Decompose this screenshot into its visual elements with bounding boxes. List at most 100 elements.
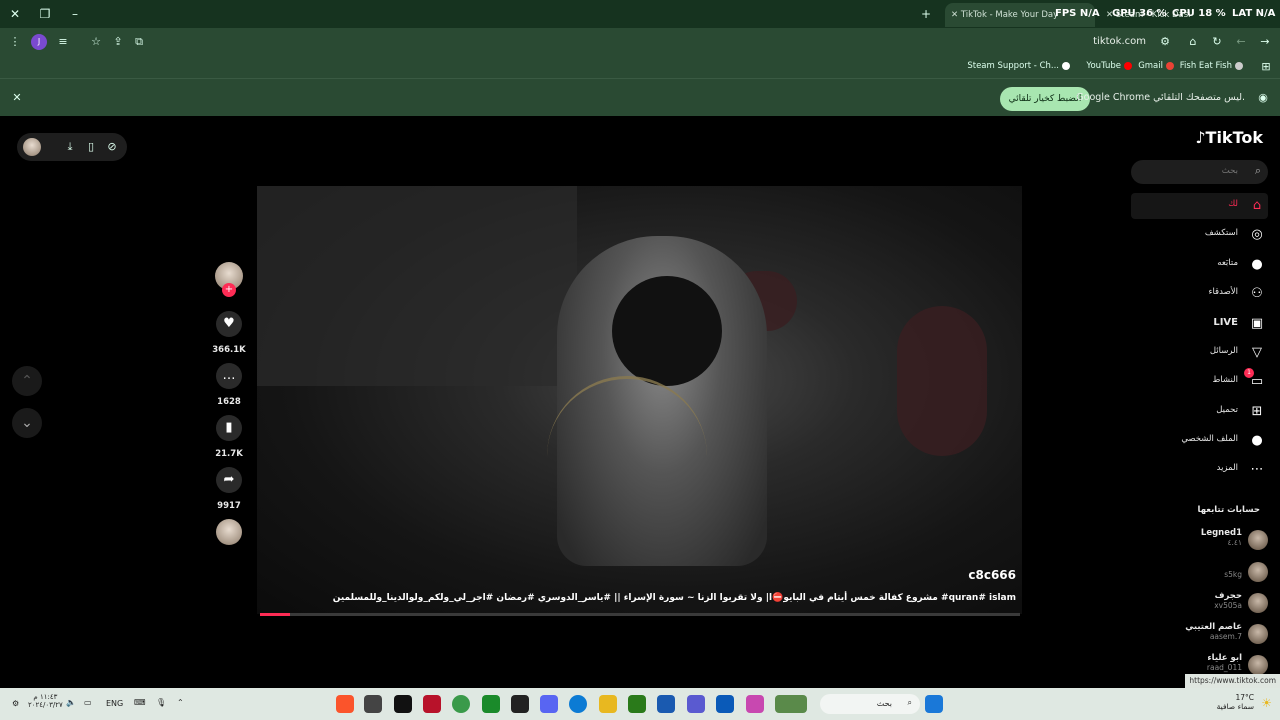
edge-icon[interactable] [569,695,587,713]
tiktok-app-icon[interactable] [394,695,412,713]
video-player[interactable] [257,186,1022,614]
account-avatar [1248,655,1268,675]
save-button[interactable]: ▮ [216,415,242,441]
following-account[interactable]: حجرف xv505a [1148,591,1268,615]
brave-icon[interactable] [336,695,354,713]
sidebar-item-8[interactable]: الملف الشخصي ● [1156,432,1266,450]
epic-icon[interactable] [511,695,529,713]
sidebar-item-5[interactable]: الرسائل ▽ [1156,344,1266,362]
new-tab-icon[interactable]: + [916,5,936,23]
bookmark-steam-support[interactable]: Steam Support - Ch... [967,61,1070,71]
reading-list-icon[interactable]: ≡ [55,34,71,50]
screenshot-icon[interactable]: ⧉ [131,34,147,50]
video-tools-pill: ⤓ ▯ ⊘ [17,133,127,161]
like-button[interactable]: ♥ [216,311,242,337]
next-video-button[interactable]: ⌄ [12,408,42,438]
sidebar-item-6[interactable]: النشاط ▭ 1 [1156,368,1266,391]
following-account[interactable]: s5kg [1148,560,1268,584]
nvidia-icon[interactable] [628,695,646,713]
back-icon[interactable]: → [1257,34,1273,50]
close-window-icon[interactable]: ✕ [5,5,25,23]
profile-avatar-icon[interactable]: J [31,34,47,50]
compass-icon[interactable]: ⊘ [104,139,120,155]
minimize-window-icon[interactable]: – [65,5,85,23]
youtube-icon [1124,61,1132,70]
tray-chevron-icon[interactable]: ⌃ [177,698,184,707]
sidebar-item-label: تحميل [1216,405,1238,415]
tiktok-logo[interactable]: ♪TikTok [1195,128,1263,147]
share-count: 9917 [217,501,241,511]
bookmark-fish-eat-fish[interactable]: Fish Eat Fish [1180,61,1243,71]
infobar-message: Google Chrome ليس متصفحك التلقائي. [1076,92,1245,103]
url-text[interactable]: tiktok.com [1093,36,1146,47]
teams-icon[interactable] [687,695,705,713]
clock[interactable]: ١١:٤٣ م ٢٠٢٤/٠٣/٢٧ [28,693,63,709]
following-account[interactable]: عاصم العتيبي aasem.7 [1148,622,1268,646]
microphone-icon[interactable]: 🎙 [156,698,166,707]
sound-avatar[interactable] [216,519,242,545]
forward-icon[interactable]: ← [1233,34,1249,50]
default-browser-infobar: ✕ الضبط كخيار تلقائي Google Chrome ليس م… [0,78,1280,116]
weather-desc: سماء صافية [1216,702,1254,711]
windows-start-icon[interactable] [925,695,943,713]
weather-widget[interactable]: 17°C سماء صافية [1217,693,1254,711]
network-icon[interactable]: ▭ [84,698,92,707]
download-icon[interactable]: ⤓ [62,139,78,155]
widgets-icon[interactable] [775,695,807,713]
account-handle: xv505a [1214,601,1242,610]
app-icon[interactable] [364,695,382,713]
outlook-icon[interactable] [716,695,734,713]
keyboard-icon[interactable]: ⌨ [134,698,146,707]
previous-video-button[interactable]: ⌃ [12,366,42,396]
sidebar-item-0[interactable]: لك ⌂ [1156,197,1266,215]
account-name: ابو علياء [1207,653,1242,663]
menu-dots-icon[interactable]: ⋮ [7,34,23,50]
sidebar-item-9[interactable]: المزيد ⋯ [1156,461,1266,479]
search-input[interactable]: بحث ⌕ [1131,160,1268,184]
chrome-taskbar-icon[interactable] [452,695,470,713]
tab-close-icon[interactable]: ✕ [951,10,961,20]
taskbar-search[interactable]: بحث ⌕ [820,694,920,714]
maximize-window-icon[interactable]: ❐ [35,5,55,23]
volume-icon[interactable]: 🔈 [66,698,76,707]
like-count: 366.1K [212,345,246,355]
creator-avatar-small[interactable] [23,138,41,156]
sidebar-item-label: لك [1228,199,1238,209]
apps-grid-icon[interactable]: ⊞ [1258,59,1274,75]
acrobat-icon[interactable] [423,695,441,713]
weather-icon: ☀ [1261,696,1272,710]
video-progress-bar[interactable] [260,613,1020,616]
comment-button[interactable]: … [216,363,242,389]
search-icon[interactable]: ⌕ [1255,164,1261,178]
language-indicator[interactable]: ENG [106,699,123,708]
more-icon: ⋯ [1250,462,1264,477]
file-explorer-icon[interactable] [599,695,617,713]
bookmark-star-icon[interactable]: ☆ [88,34,104,50]
home-icon: ⌂ [1252,198,1262,213]
tray-settings-icon[interactable]: ⚙ [12,699,19,708]
bookmark-icon: ▮ [225,420,233,435]
tiktok-note-icon: ♪ [1195,128,1206,147]
follow-plus-icon[interactable]: + [222,283,236,297]
store-icon[interactable] [657,695,675,713]
share-page-icon[interactable]: ⇪ [110,34,126,50]
sidebar-item-2[interactable]: متابَعه ● [1156,256,1266,274]
reload-icon[interactable]: ↻ [1209,34,1225,50]
share-button[interactable]: ➦ [216,467,242,493]
copilot-icon[interactable] [746,695,764,713]
home-icon[interactable]: ⌂ [1185,34,1201,50]
close-infobar-icon[interactable]: ✕ [9,90,25,106]
sidebar-item-label: الرسائل [1209,346,1238,356]
following-account[interactable]: Legned1 ٤.٤١ [1148,528,1268,552]
sidebar-item-3[interactable]: الأصدقاء ⚇ [1156,285,1266,303]
sidebar-item-1[interactable]: استكشف ◎ [1156,226,1266,244]
sidebar-item-4[interactable]: LIVE ▣ [1156,315,1266,333]
xbox-icon[interactable] [482,695,500,713]
discord-icon[interactable] [540,695,558,713]
sidebar-item-7[interactable]: تحميل ⊞ [1156,403,1266,421]
phone-icon[interactable]: ▯ [83,139,99,155]
bookmark-gmail[interactable]: Gmail [1138,61,1174,71]
site-settings-icon[interactable]: ⚙ [1157,34,1173,50]
video-author[interactable]: c8c666 [968,568,1016,582]
bookmark-youtube[interactable]: YouTube [1086,61,1132,71]
